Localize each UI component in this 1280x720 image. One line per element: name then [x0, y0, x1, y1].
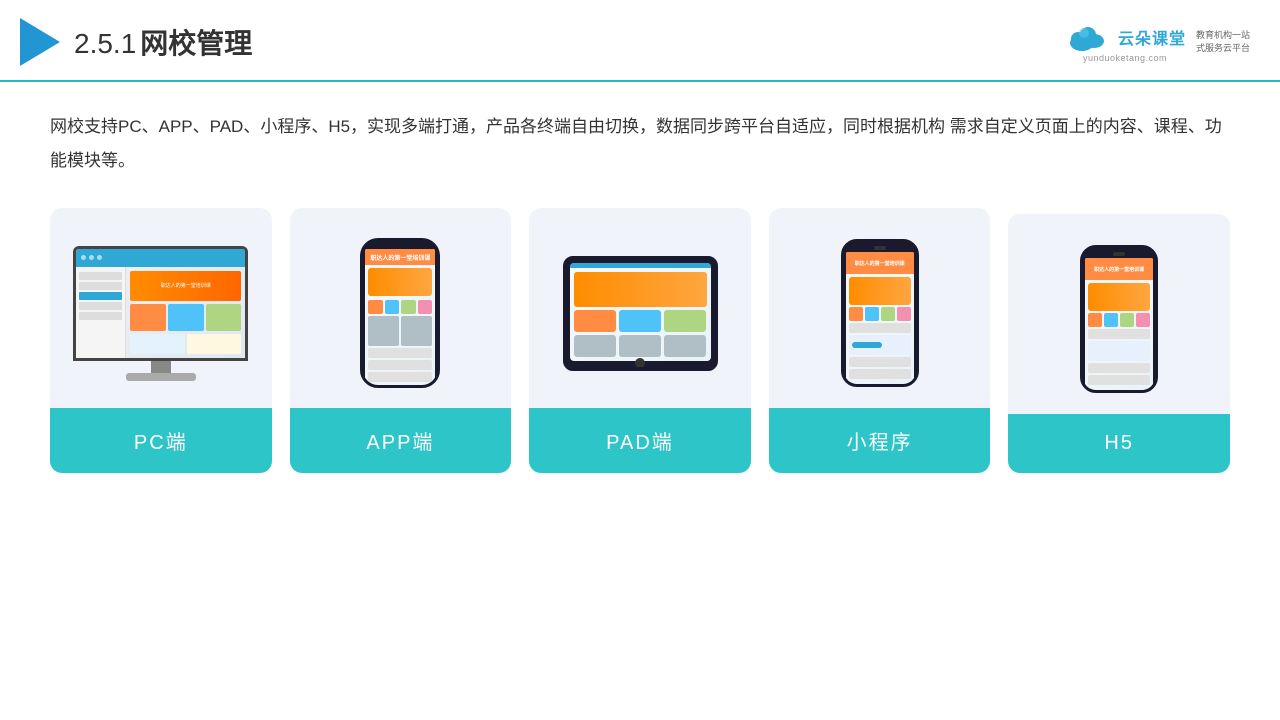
miniapp-label: 小程序: [769, 408, 991, 473]
miniapp-card: 职达人的第一堂培训课: [769, 208, 991, 473]
app-phone-icon: 职达人的第一堂培训课: [360, 238, 440, 388]
section-number: 2.5.1: [74, 28, 136, 59]
pc-image-area: 职达人的第一堂培训课: [50, 208, 272, 408]
main-content: 网校支持PC、APP、PAD、小程序、H5，实现多端打通，产品各终端自由切换，数…: [0, 82, 1280, 493]
tablet-icon: [563, 256, 718, 371]
cards-container: 职达人的第一堂培训课: [50, 208, 1230, 473]
page-title: 2.5.1网校管理: [74, 22, 252, 62]
h5-label: H5: [1008, 414, 1230, 473]
brand-url: yunduoketang.com: [1083, 53, 1167, 63]
brand-slogan: 教育机构一站 式服务云平台: [1196, 29, 1250, 54]
brand-name: 云朵课堂: [1118, 25, 1186, 49]
brand-icon: 云朵课堂: [1064, 21, 1186, 53]
app-image-area: 职达人的第一堂培训课: [290, 208, 512, 408]
pad-label: PAD端: [529, 408, 751, 473]
brand-logo: 云朵课堂 yunduoketang.com: [1064, 21, 1186, 63]
logo-triangle-icon: [20, 18, 60, 66]
h5-image-area: 职达人的第一堂培训课: [1008, 214, 1230, 414]
app-label: APP端: [290, 408, 512, 473]
app-card: 职达人的第一堂培训课: [290, 208, 512, 473]
pad-card: PAD端: [529, 208, 751, 473]
pc-card: 职达人的第一堂培训课: [50, 208, 272, 473]
pad-image-area: [529, 208, 751, 408]
miniapp-image-area: 职达人的第一堂培训课: [769, 208, 991, 408]
pc-label: PC端: [50, 408, 272, 473]
header-left: 2.5.1网校管理: [20, 18, 252, 66]
pc-monitor-icon: 职达人的第一堂培训课: [73, 246, 248, 381]
description-text: 网校支持PC、APP、PAD、小程序、H5，实现多端打通，产品各终端自由切换，数…: [50, 110, 1230, 178]
h5-card: 职达人的第一堂培训课: [1008, 214, 1230, 473]
h5-phone-icon: 职达人的第一堂培训课: [1080, 245, 1158, 393]
miniapp-phone-icon: 职达人的第一堂培训课: [841, 239, 919, 387]
cloud-icon: [1064, 21, 1112, 53]
header-right: 云朵课堂 yunduoketang.com 教育机构一站 式服务云平台: [1064, 21, 1250, 63]
header: 2.5.1网校管理 云朵课堂 yunduoketang.com 教育机构一站 式…: [0, 0, 1280, 82]
